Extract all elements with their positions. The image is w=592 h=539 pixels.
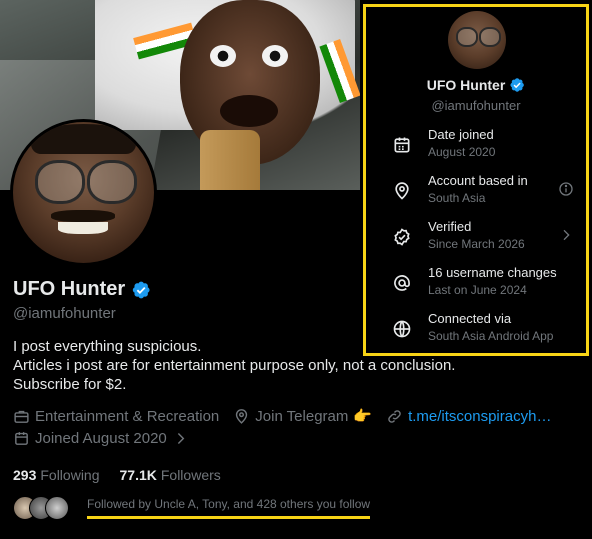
row-subtitle: August 2020 [428, 145, 496, 159]
followers-stat[interactable]: 77.1K Followers [120, 467, 221, 483]
followers-label: Followers [160, 467, 221, 483]
row-title: Connected via [428, 311, 512, 326]
bio-line: Articles i post are for entertainment pu… [13, 357, 456, 374]
following-count: 293 [13, 467, 37, 483]
panel-row-date-joined: Date joined August 2020 [392, 127, 582, 161]
verified-badge-icon[interactable] [131, 280, 151, 300]
followed-by[interactable]: Followed by Uncle A, Tony, and 428 other… [13, 496, 371, 520]
profile-avatar[interactable] [10, 119, 157, 266]
row-title: Verified [428, 219, 472, 234]
link-icon [388, 409, 401, 423]
location-pin-icon [395, 182, 409, 200]
chevron-right-icon[interactable] [558, 227, 574, 243]
briefcase-icon [14, 410, 29, 423]
profile-joined[interactable]: Joined August 2020 [13, 430, 189, 447]
row-subtitle: South Asia [428, 191, 486, 205]
calendar-icon [394, 137, 410, 153]
at-sign-icon [394, 275, 410, 291]
profile-handle: @iamufohunter [13, 305, 116, 322]
chevron-right-icon [177, 433, 185, 444]
row-subtitle: South Asia Android App [428, 329, 554, 343]
following-stat[interactable]: 293 Following [13, 467, 100, 483]
row-title: Date joined [428, 127, 494, 142]
row-title: Account based in [428, 173, 528, 188]
joined-label: Joined August 2020 [35, 430, 167, 447]
profile-name: UFO Hunter [13, 278, 126, 300]
panel-name: UFO Hunter [426, 77, 506, 93]
panel-handle: @iamufohunter [431, 98, 521, 113]
verified-badge-icon [394, 228, 410, 246]
panel-row-verified[interactable]: Verified Since March 2026 [392, 219, 582, 253]
panel-row-account-based: Account based in South Asia [392, 173, 582, 207]
profile-name-row: UFO Hunter [13, 278, 151, 301]
profile-meta-row: Entertainment & Recreation Join Telegram… [13, 407, 565, 425]
panel-avatar [448, 11, 506, 69]
row-title: 16 username changes [428, 265, 557, 280]
followers-count: 77.1K [119, 467, 157, 483]
panel-row-connected-via: Connected via South Asia Android App [392, 311, 582, 345]
info-icon[interactable] [558, 181, 574, 197]
calendar-icon [15, 432, 28, 445]
followed-by-text[interactable]: Followed by Uncle A, Tony, and 428 other… [87, 497, 371, 519]
row-subtitle: Since March 2026 [428, 237, 525, 251]
panel-row-username-changes: 16 username changes Last on June 2024 [392, 265, 582, 299]
globe-icon [393, 320, 411, 338]
profile-location: Join Telegram 👉 [233, 407, 372, 425]
panel-name-row: UFO Hunter [366, 77, 586, 93]
row-subtitle: Last on June 2024 [428, 283, 527, 297]
profile-stats: 293 Following 77.1K Followers [13, 467, 221, 483]
verified-badge-icon [510, 78, 525, 92]
location-label: Join Telegram [255, 407, 349, 425]
category-label: Entertainment & Recreation [35, 407, 220, 425]
profile-joined-row[interactable]: Joined August 2020 [13, 430, 203, 447]
website-link[interactable]: t.me/itsconspiracyh… [408, 408, 551, 425]
profile-website[interactable]: t.me/itsconspiracyh… [386, 408, 551, 425]
following-label: Following [40, 467, 100, 483]
location-pin-icon [236, 408, 248, 424]
bio-line: Subscribe for $2. [13, 376, 127, 393]
follower-avatars [13, 496, 69, 520]
pointing-hand-icon: 👉 [353, 408, 373, 425]
profile-category: Entertainment & Recreation [13, 408, 219, 425]
avatar [45, 496, 69, 520]
about-account-panel: UFO Hunter @iamufohunter Date joined Aug… [363, 4, 589, 356]
